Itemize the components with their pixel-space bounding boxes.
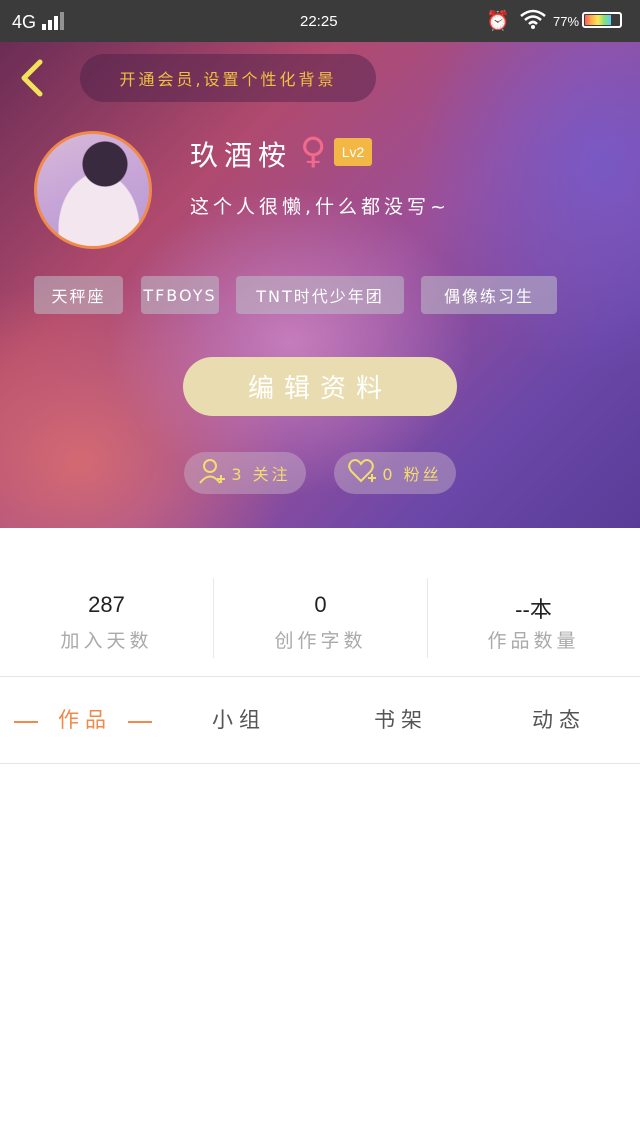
battery-percent: 77% — [553, 14, 580, 29]
level-badge: Lv2 — [334, 138, 372, 166]
tag-idol[interactable]: 偶像练习生 — [421, 276, 557, 314]
user-bio: 这个人很懒,什么都没写~ — [190, 196, 450, 218]
tab-works[interactable]: 作品 — [58, 704, 112, 734]
battery-fill — [585, 15, 612, 25]
tag-tfboys[interactable]: TFBOYS — [141, 276, 219, 314]
stat-label: 加入天数 — [60, 630, 153, 652]
battery-icon — [582, 12, 622, 28]
username: 玖酒桉 — [190, 139, 293, 172]
tag-zodiac[interactable]: 天秤座 — [34, 276, 123, 314]
stat-value: 287 — [88, 592, 125, 617]
wifi-icon — [520, 8, 546, 35]
stat-words: 0 创作字数 — [214, 578, 427, 660]
following-button[interactable]: 3 关注 — [184, 452, 306, 494]
tab-bar: 作品 小组 书架 动态 — [0, 690, 640, 754]
status-bar: 4G 22:25 ⏰ 77% — [0, 0, 640, 42]
clock: 22:25 — [300, 13, 338, 30]
avatar[interactable] — [34, 131, 152, 249]
edit-profile-button[interactable]: 编辑资料 — [183, 357, 457, 416]
female-icon: ♀ — [300, 131, 327, 172]
divider — [0, 763, 640, 764]
back-arrow-icon[interactable] — [18, 58, 52, 98]
stat-works: --本 作品数量 — [427, 578, 640, 660]
stat-value: --本 — [515, 597, 552, 622]
stat-value: 0 — [314, 592, 327, 617]
following-label: 3 关注 — [231, 465, 291, 484]
active-tab-indicator — [14, 721, 38, 723]
active-tab-indicator — [128, 721, 152, 723]
stats-row: 287 加入天数 0 创作字数 --本 作品数量 — [0, 578, 640, 660]
alarm-icon: ⏰ — [486, 11, 510, 32]
stat-label: 创作字数 — [274, 630, 367, 652]
heart-plus-icon — [348, 458, 378, 489]
profile-header: 开通会员,设置个性化背景 玖酒桉 ♀ Lv2 这个人很懒,什么都没写~ 天秤座 … — [0, 42, 640, 528]
add-user-icon — [199, 458, 227, 489]
tab-bookshelf[interactable]: 书架 — [374, 704, 428, 734]
tab-activity[interactable]: 动态 — [532, 704, 586, 734]
fans-button[interactable]: 0 粉丝 — [334, 452, 456, 494]
network-type: 4G — [12, 12, 37, 32]
fans-label: 0 粉丝 — [382, 465, 442, 484]
tab-groups[interactable]: 小组 — [212, 704, 266, 734]
divider — [0, 676, 640, 677]
stat-days: 287 加入天数 — [0, 578, 213, 660]
stat-label: 作品数量 — [487, 630, 580, 652]
signal-icon — [42, 12, 68, 30]
vip-banner[interactable]: 开通会员,设置个性化背景 — [80, 54, 376, 102]
tag-tnt[interactable]: TNT时代少年团 — [236, 276, 404, 314]
